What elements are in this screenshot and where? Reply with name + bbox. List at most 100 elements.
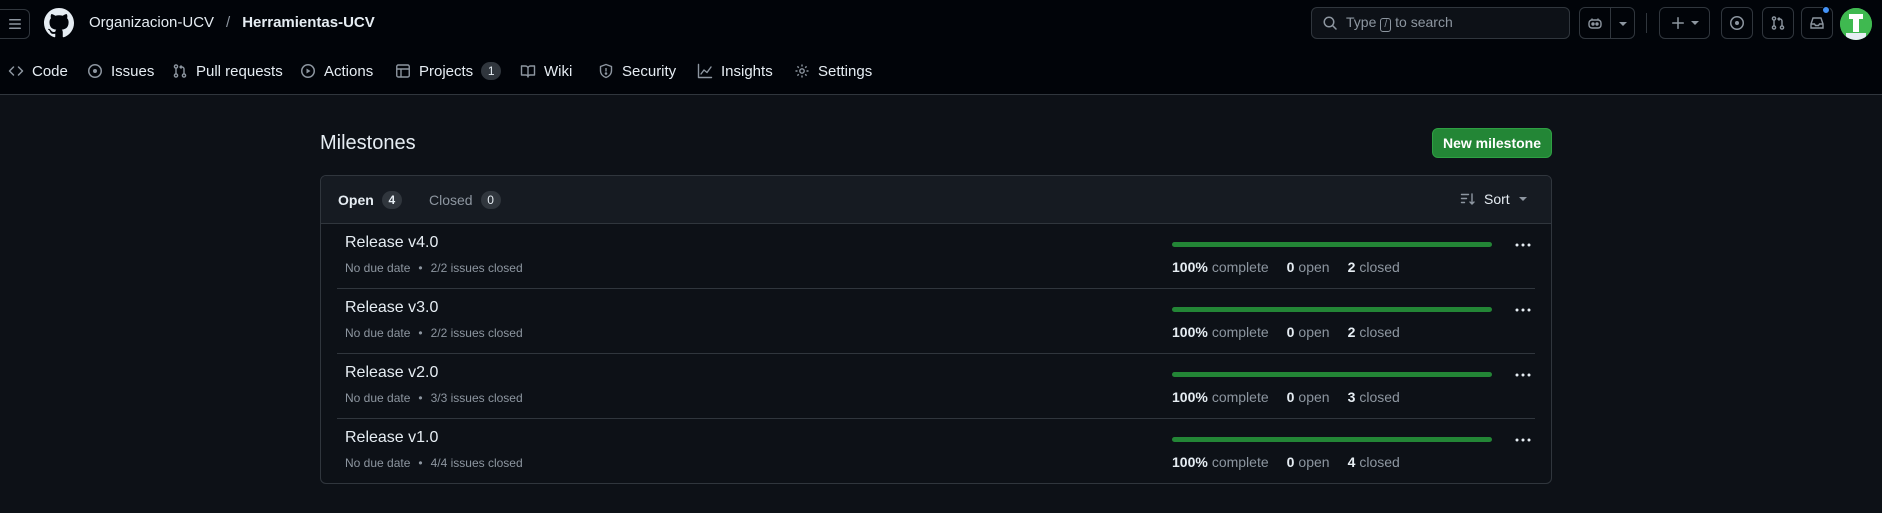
milestone-meta: No due date • 3/3 issues closed: [345, 391, 523, 405]
sort-dropdown[interactable]: Sort: [1460, 191, 1528, 207]
tab-actions[interactable]: Actions: [300, 55, 373, 87]
copilot-button[interactable]: [1579, 7, 1635, 39]
milestone-closed-count[interactable]: 2 closed: [1348, 324, 1400, 340]
search-icon: [1323, 16, 1337, 30]
kebab-horizontal-icon: [1515, 438, 1531, 442]
tab-pull-requests[interactable]: Pull requests: [172, 55, 283, 87]
sort-label: Sort: [1484, 191, 1510, 207]
milestone-open-count[interactable]: 0 open: [1287, 454, 1330, 470]
milestone-closed-count[interactable]: 2 closed: [1348, 259, 1400, 275]
tab-code[interactable]: Code: [8, 55, 68, 87]
tab-actions-label: Actions: [324, 62, 374, 80]
projects-count-badge: 1: [481, 62, 502, 80]
app-header: Organizacion-UCV / Herramientas-UCV Type…: [0, 0, 1882, 95]
milestone-title[interactable]: Release v1.0: [345, 429, 438, 447]
book-icon: [520, 65, 536, 78]
kebab-menu-button[interactable]: [1511, 235, 1535, 255]
open-count-badge: 4: [381, 191, 402, 209]
kebab-horizontal-icon: [1515, 373, 1531, 377]
milestone-meta: No due date • 4/4 issues closed: [345, 456, 523, 470]
closed-milestones-tab[interactable]: Closed 0: [429, 191, 501, 209]
kebab-menu-button[interactable]: [1511, 430, 1535, 450]
milestone-stats: 100% complete 0 open 3 closed: [1172, 389, 1400, 405]
milestone-closed-count[interactable]: 3 closed: [1348, 389, 1400, 405]
closed-tab-label: Closed: [429, 192, 473, 208]
kebab-menu-button[interactable]: [1511, 365, 1535, 385]
milestone-due-date: No due date: [345, 326, 411, 340]
milestone-progress-bar: [1172, 372, 1492, 377]
milestone-title[interactable]: Release v3.0: [345, 299, 438, 317]
breadcrumb-repo[interactable]: Herramientas-UCV: [242, 14, 375, 31]
open-milestones-tab[interactable]: Open 4: [338, 191, 402, 209]
chevron-down-icon: [1618, 20, 1628, 28]
breadcrumb-separator: /: [226, 14, 231, 31]
tab-insights[interactable]: Insights: [697, 55, 773, 87]
github-logo-icon[interactable]: [44, 8, 74, 38]
chevron-down-icon: [1690, 21, 1699, 25]
tab-projects[interactable]: Projects 1: [395, 55, 502, 87]
milestone-stats: 100% complete 0 open 4 closed: [1172, 454, 1400, 470]
your-issues-button[interactable]: [1721, 7, 1753, 39]
chevron-down-icon: [1518, 197, 1527, 201]
milestone-progress-bar: [1172, 307, 1492, 312]
tab-security[interactable]: Security: [598, 55, 676, 87]
toolbar-divider: [1646, 13, 1647, 33]
milestones-box: Open 4 Closed 0 Sort Release v4.0 No due…: [320, 175, 1552, 484]
closed-count-badge: 0: [480, 191, 501, 209]
tab-pull-requests-label: Pull requests: [196, 62, 283, 80]
breadcrumb: Organizacion-UCV / Herramientas-UCV: [89, 14, 375, 31]
create-new-button[interactable]: [1659, 7, 1710, 39]
your-pull-requests-button[interactable]: [1762, 7, 1794, 39]
milestone-percent: 100% complete: [1172, 324, 1269, 340]
milestone-open-count[interactable]: 0 open: [1287, 389, 1330, 405]
progress-fill: [1172, 372, 1492, 377]
kebab-menu-button[interactable]: [1511, 300, 1535, 320]
tab-code-label: Code: [32, 62, 68, 80]
milestone-issues-closed: 3/3 issues closed: [430, 391, 523, 405]
milestone-open-count[interactable]: 0 open: [1287, 259, 1330, 275]
meta-bullet: •: [418, 391, 423, 405]
new-milestone-button[interactable]: New milestone: [1432, 128, 1552, 158]
milestone-title[interactable]: Release v4.0: [345, 234, 438, 252]
milestone-percent: 100% complete: [1172, 454, 1269, 470]
tab-settings[interactable]: Settings: [794, 55, 872, 87]
inbox-icon: [1810, 17, 1824, 29]
tab-security-label: Security: [622, 62, 677, 80]
list-item: Release v1.0 No due date • 4/4 issues cl…: [337, 419, 1535, 483]
search-input[interactable]: Type / to search: [1311, 7, 1570, 39]
milestone-issues-closed: 2/2 issues closed: [430, 326, 523, 340]
milestone-stats: 100% complete 0 open 2 closed: [1172, 324, 1400, 340]
repo-nav: Code Issues Pull requests Actions Projec…: [0, 55, 1882, 87]
git-pull-request-icon: [173, 64, 187, 78]
milestone-title[interactable]: Release v2.0: [345, 364, 438, 382]
avatar[interactable]: [1840, 8, 1872, 40]
tab-settings-label: Settings: [818, 62, 873, 80]
milestone-closed-count[interactable]: 4 closed: [1348, 454, 1400, 470]
milestone-stats: 100% complete 0 open 2 closed: [1172, 259, 1400, 275]
play-icon: [301, 64, 315, 78]
open-tab-label: Open: [338, 192, 374, 208]
progress-fill: [1172, 242, 1492, 247]
tab-wiki-label: Wiki: [544, 62, 573, 80]
milestone-due-date: No due date: [345, 391, 411, 405]
search-shortcut-key: /: [1380, 18, 1392, 32]
copilot-icon: [1587, 15, 1603, 31]
meta-bullet: •: [418, 261, 423, 275]
top-bar: Organizacion-UCV / Herramientas-UCV Type…: [0, 0, 1882, 46]
milestone-meta: No due date • 2/2 issues closed: [345, 326, 523, 340]
menu-button[interactable]: [0, 9, 30, 39]
milestone-meta: No due date • 2/2 issues closed: [345, 261, 523, 275]
page-title: Milestones: [320, 132, 416, 154]
notification-dot: [1822, 6, 1830, 14]
tab-wiki[interactable]: Wiki: [520, 55, 572, 87]
tab-projects-label: Projects: [419, 62, 474, 80]
milestone-open-count[interactable]: 0 open: [1287, 324, 1330, 340]
milestone-progress-bar: [1172, 242, 1492, 247]
list-item: Release v4.0 No due date • 2/2 issues cl…: [337, 224, 1535, 289]
kebab-horizontal-icon: [1515, 243, 1531, 247]
kebab-horizontal-icon: [1515, 308, 1531, 312]
breadcrumb-owner[interactable]: Organizacion-UCV: [89, 14, 214, 31]
hamburger-icon: [8, 19, 21, 29]
tab-issues[interactable]: Issues: [87, 55, 154, 87]
search-placeholder: Type / to search: [1346, 14, 1453, 32]
